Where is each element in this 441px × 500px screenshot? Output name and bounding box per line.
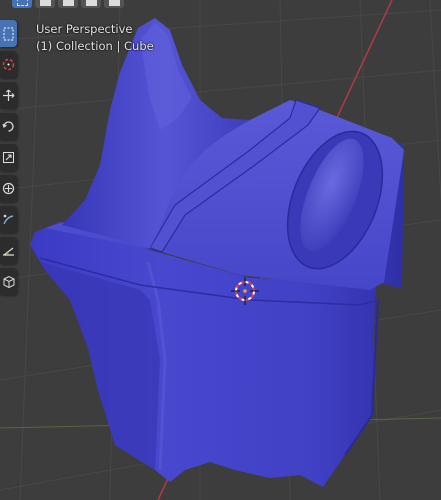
3d-viewport[interactable] xyxy=(0,0,441,500)
collection-object-label: (1) Collection | Cube xyxy=(36,39,154,53)
view-perspective-label: User Perspective xyxy=(36,22,133,36)
cursor-tool[interactable] xyxy=(0,51,17,78)
add-cube-icon xyxy=(3,275,15,288)
scale-tool[interactable] xyxy=(0,144,17,171)
select-box-icon xyxy=(3,27,14,40)
rotate-tool[interactable] xyxy=(0,113,17,140)
viewport-info: User Perspective (1) Collection | Cube xyxy=(36,21,154,55)
cursor-icon xyxy=(2,58,15,71)
add-cube-tool[interactable] xyxy=(0,268,17,295)
move-icon xyxy=(3,89,15,101)
select-box-mode-icon[interactable] xyxy=(12,0,32,8)
annotate-tool[interactable] xyxy=(0,206,17,233)
extend-selection-icon[interactable] xyxy=(35,0,55,8)
measure-icon xyxy=(3,247,14,256)
rotate-icon xyxy=(2,121,14,132)
select-box-tool[interactable] xyxy=(0,20,17,47)
transform-tool[interactable] xyxy=(0,175,17,202)
invert-selection-icon[interactable] xyxy=(81,0,101,8)
transform-icon xyxy=(2,182,15,195)
selection-mode-bar xyxy=(12,0,124,8)
move-tool[interactable] xyxy=(0,82,17,109)
annotate-icon xyxy=(3,214,14,225)
intersect-selection-icon[interactable] xyxy=(104,0,124,8)
measure-tool[interactable] xyxy=(0,237,17,264)
cube-mesh[interactable] xyxy=(30,18,404,487)
subtract-selection-icon[interactable] xyxy=(58,0,78,8)
tool-shelf xyxy=(0,20,17,295)
scale-icon xyxy=(3,152,14,163)
